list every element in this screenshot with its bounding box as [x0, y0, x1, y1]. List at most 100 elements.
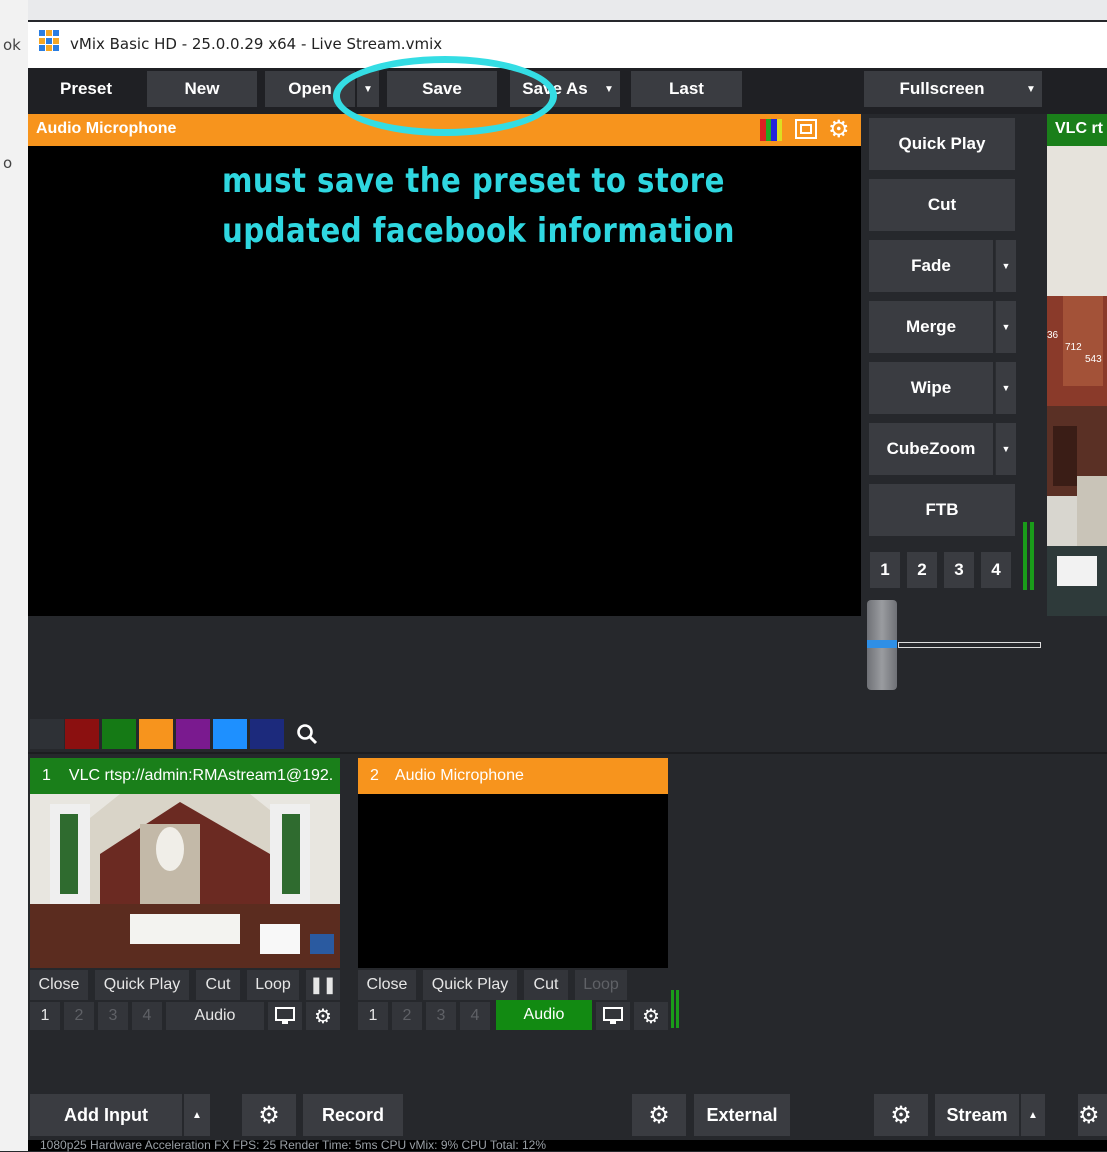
fullscreen-dropdown-button[interactable]: ▼ [1020, 71, 1042, 107]
input-overlay-number[interactable]: 3 [98, 1002, 128, 1030]
color-filter-button[interactable] [213, 719, 247, 749]
cubezoom-button[interactable]: CubeZoom [869, 423, 993, 475]
add-input-button[interactable]: Add Input [30, 1094, 182, 1136]
highlight-circle [333, 56, 557, 136]
merge-dropdown-button[interactable]: ▼ [995, 301, 1016, 353]
background-left: ok o [0, 0, 28, 1151]
monitor-icon[interactable] [268, 1002, 302, 1030]
close-button[interactable]: Close [358, 970, 416, 1000]
annotation-note: must save the preset to store updated fa… [222, 156, 735, 256]
color-filter-button[interactable] [30, 719, 64, 749]
gear-icon[interactable]: ⚙ [634, 1002, 668, 1030]
caret-down-icon: ▼ [1026, 83, 1036, 95]
audio-meter [671, 990, 674, 1028]
caret-up-icon: ▲ [192, 1109, 202, 1121]
quick-play-button[interactable]: Quick Play [95, 970, 189, 1000]
color-filter-button[interactable] [250, 719, 284, 749]
caret-down-icon: ▼ [1001, 261, 1011, 271]
status-text: 1080p25 Hardware Acceleration FX FPS: 25… [40, 1138, 546, 1152]
loop-button[interactable]: Loop [575, 970, 627, 1000]
gear-icon[interactable]: ⚙ [828, 114, 850, 146]
cut-button[interactable]: Cut [196, 970, 240, 1000]
audio-meter [1023, 522, 1027, 590]
background-strip [0, 0, 1107, 20]
audio-button[interactable]: Audio [166, 1002, 264, 1030]
stream-button[interactable]: Stream [935, 1094, 1019, 1136]
transition-number-button[interactable]: 4 [981, 552, 1011, 588]
input-tile-header[interactable]: 1 VLC rtsp://admin:RMAstream1@192. [30, 758, 340, 794]
wipe-button[interactable]: Wipe [869, 362, 993, 414]
transition-number-button[interactable]: 1 [870, 552, 900, 588]
search-icon[interactable] [290, 719, 324, 749]
close-button[interactable]: Close [30, 970, 88, 1000]
fade-button[interactable]: Fade [869, 240, 993, 292]
input-overlay-number[interactable]: 4 [132, 1002, 162, 1030]
ftb-button[interactable]: FTB [869, 484, 1015, 536]
monitor-icon[interactable] [596, 1002, 630, 1030]
fade-dropdown-button[interactable]: ▼ [995, 240, 1016, 292]
color-filter-button[interactable] [102, 719, 136, 749]
quick-play-button[interactable]: Quick Play [869, 118, 1015, 170]
gear-icon[interactable]: ⚙ [1078, 1094, 1107, 1136]
record-button[interactable]: Record [303, 1094, 403, 1136]
last-button[interactable]: Last [631, 71, 742, 107]
transition-number-button[interactable]: 3 [944, 552, 974, 588]
transition-number-button[interactable]: 2 [907, 552, 937, 588]
input-overlay-number[interactable]: 1 [358, 1002, 388, 1030]
audio-meter [1030, 522, 1034, 590]
input-tile-header[interactable]: 2 Audio Microphone [358, 758, 668, 794]
background-text-fragment: o [3, 154, 13, 172]
output-overlay-number: 543 [1085, 354, 1102, 365]
cut-button[interactable]: Cut [869, 179, 1015, 231]
audio-button-active[interactable]: Audio [496, 1000, 592, 1030]
background-text-fragment: ok [3, 36, 21, 54]
input-overlay-number[interactable]: 1 [30, 1002, 60, 1030]
fullscreen-button[interactable]: Fullscreen [864, 71, 1020, 107]
color-filter-button[interactable] [176, 719, 210, 749]
gear-icon[interactable]: ⚙ [632, 1094, 686, 1136]
stream-menu-button[interactable]: ▲ [1021, 1094, 1045, 1136]
vmix-app-icon [39, 30, 61, 52]
preset-label: Preset [60, 79, 112, 98]
pause-icon[interactable]: ❚❚ [306, 970, 340, 1000]
color-bars-icon[interactable] [760, 119, 782, 141]
input-title: VLC rtsp://admin:RMAstream1@192. [68, 767, 334, 784]
color-filter-button[interactable] [139, 719, 173, 749]
new-button[interactable]: New [147, 71, 257, 107]
input-title: Audio Microphone [394, 767, 524, 784]
gear-icon[interactable]: ⚙ [242, 1094, 296, 1136]
preview-title: Audio Microphone [36, 120, 177, 137]
loop-button[interactable]: Loop [247, 970, 299, 1000]
cubezoom-dropdown-button[interactable]: ▼ [995, 423, 1016, 475]
tbar-track[interactable] [898, 642, 1041, 648]
external-button[interactable]: External [694, 1094, 790, 1136]
divider [28, 752, 1107, 754]
gear-icon[interactable]: ⚙ [306, 1002, 340, 1030]
input-number: 2 [370, 767, 379, 784]
add-input-menu-button[interactable]: ▲ [184, 1094, 210, 1136]
annotation-line: must save the preset to store [222, 161, 725, 201]
input-overlay-number[interactable]: 2 [64, 1002, 94, 1030]
window-title: vMix Basic HD - 25.0.0.29 x64 - Live Str… [70, 35, 443, 53]
annotation-line: updated facebook information [222, 211, 735, 251]
tbar-handle[interactable] [867, 600, 897, 690]
quick-play-button[interactable]: Quick Play [423, 970, 517, 1000]
wipe-dropdown-button[interactable]: ▼ [995, 362, 1016, 414]
color-filter-button[interactable] [65, 719, 99, 749]
input-thumbnail[interactable] [358, 794, 668, 968]
gear-icon[interactable]: ⚙ [874, 1094, 928, 1136]
output-camera-image: 36 712 543 [1047, 146, 1107, 616]
caret-down-icon: ▼ [1001, 444, 1011, 454]
input-thumbnail[interactable] [30, 794, 340, 968]
safe-area-icon[interactable] [795, 119, 817, 139]
save-as-dropdown-button[interactable]: ▼ [598, 71, 620, 107]
input-overlay-number[interactable]: 3 [426, 1002, 456, 1030]
merge-button[interactable]: Merge [869, 301, 993, 353]
caret-down-icon: ▼ [1001, 383, 1011, 393]
input-overlay-number[interactable]: 4 [460, 1002, 490, 1030]
output-overlay-number: 712 [1065, 342, 1082, 353]
input-overlay-number[interactable]: 2 [392, 1002, 422, 1030]
cut-button[interactable]: Cut [524, 970, 568, 1000]
input-number: 1 [42, 767, 51, 784]
caret-down-icon: ▼ [604, 83, 614, 95]
